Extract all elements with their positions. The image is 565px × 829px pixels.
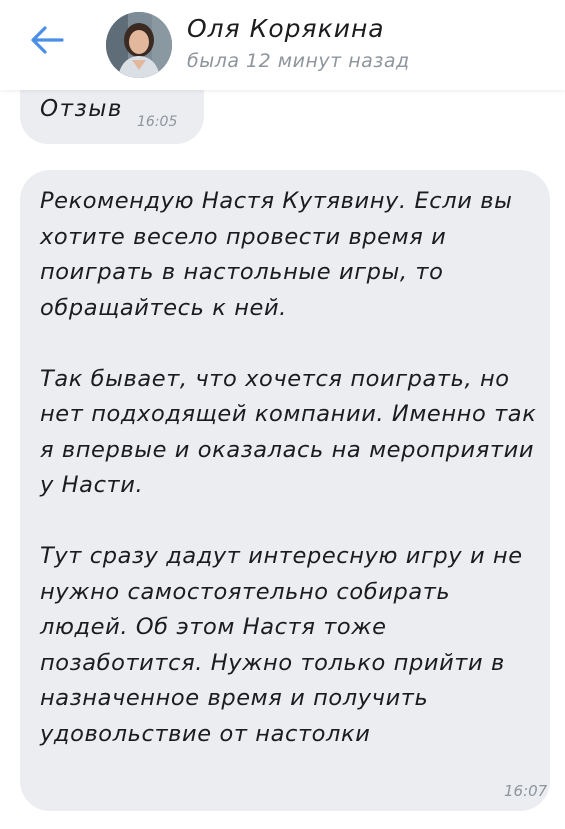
- chat-screen: Оля Корякина была 12 минут назад Отзыв 1…: [0, 0, 565, 829]
- contact-status: была 12 минут назад: [187, 50, 410, 72]
- back-button[interactable]: [22, 20, 72, 60]
- message-paragraph: Так бывает, что хочется поиграть, но нет…: [40, 365, 537, 499]
- message-text: Отзыв: [40, 96, 123, 122]
- message-paragraph: Рекомендую Настя Кутявину. Если вы хотит…: [40, 188, 513, 321]
- arrow-left-icon: [31, 26, 64, 54]
- message-paragraph: Тут сразу дадут интересную игру и не нуж…: [40, 543, 523, 747]
- message-bubble[interactable]: Отзыв 16:05: [20, 86, 204, 144]
- avatar[interactable]: [106, 12, 172, 78]
- message-time: 16:05: [137, 114, 178, 130]
- message-bubble[interactable]: Рекомендую Настя Кутявину. Если вы хотит…: [20, 170, 550, 811]
- avatar-photo: [106, 12, 172, 78]
- contact-name[interactable]: Оля Корякина: [187, 14, 385, 43]
- message-body: Рекомендую Настя Кутявину. Если вы хотит…: [40, 184, 538, 788]
- chat-header: Оля Корякина была 12 минут назад: [0, 0, 565, 90]
- message-time: 16:07: [504, 782, 548, 800]
